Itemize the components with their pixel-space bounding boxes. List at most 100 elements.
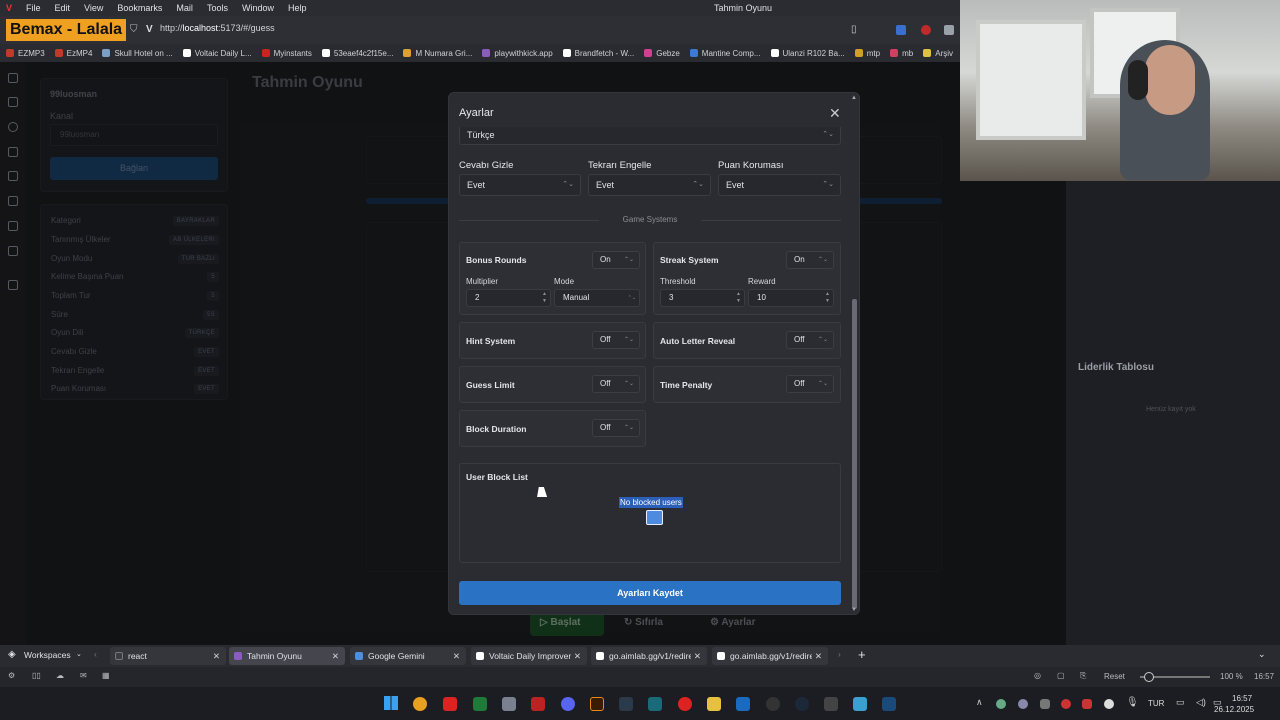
shield-icon[interactable]: ⛉ [130, 24, 138, 35]
outlook-icon[interactable] [736, 697, 750, 711]
menu-window[interactable]: Window [242, 3, 274, 13]
menu-help[interactable]: Help [288, 3, 307, 13]
bookmark-item[interactable]: Brandfetch - W... [562, 49, 634, 58]
close-tab-icon[interactable]: ✕ [332, 647, 339, 665]
hide-answer-select[interactable]: Evet ⌃⌄ [459, 174, 581, 196]
tray-icon[interactable] [1018, 699, 1028, 709]
zoom-slider[interactable] [1140, 672, 1210, 682]
menu-mail[interactable]: Mail [176, 3, 193, 13]
youtube-icon[interactable] [678, 697, 692, 711]
vivaldi-icon[interactable]: V [6, 3, 12, 13]
steam-icon[interactable] [795, 697, 809, 711]
streak-system-toggle[interactable]: On ⌃⌄ [786, 251, 834, 269]
bookmark-item[interactable]: Arşiv [923, 49, 953, 58]
page-actions-icon[interactable]: ⎘ [1080, 671, 1086, 681]
language-indicator[interactable]: TUR [1148, 699, 1164, 708]
block-repeat-select[interactable]: Evet ⌃⌄ [588, 174, 711, 196]
menu-view[interactable]: View [84, 3, 103, 13]
spinner-icon[interactable]: ▲ ▼ [825, 291, 830, 305]
close-tab-icon[interactable]: ✕ [694, 647, 701, 665]
bookmark-item[interactable]: Mantine Comp... [689, 49, 761, 58]
modal-scrollbar[interactable]: ▲ ▼ [851, 95, 857, 613]
cloud-icon[interactable]: ☁ [56, 671, 64, 680]
tab-tahmin-oyunu[interactable]: Tahmin Oyunu ✕ [229, 647, 345, 665]
menu-edit[interactable]: Edit [55, 3, 71, 13]
threshold-input[interactable]: 3 ▲ ▼ [660, 289, 745, 307]
bookmark-item[interactable]: mb [890, 49, 913, 58]
save-settings-button[interactable]: Ayarları Kaydet [459, 581, 841, 605]
ublock-icon[interactable] [944, 25, 954, 35]
app-icon[interactable] [766, 697, 780, 711]
app-icon[interactable] [619, 697, 633, 711]
close-tab-icon[interactable]: ✕ [815, 647, 822, 665]
guess-limit-toggle[interactable]: Off ⌃⌄ [592, 375, 640, 393]
menu-tools[interactable]: Tools [207, 3, 228, 13]
bookmark-item[interactable]: 53eaef4c2f15e... [321, 49, 393, 58]
calendar-icon[interactable]: ▦ [102, 671, 110, 680]
auto-letter-reveal-toggle[interactable]: Off ⌃⌄ [786, 331, 834, 349]
close-tab-icon[interactable]: ✕ [574, 647, 581, 665]
network-icon[interactable]: ▭ [1176, 697, 1185, 708]
time-penalty-toggle[interactable]: Off ⌃⌄ [786, 375, 834, 393]
chevron-left-icon[interactable]: ‹ [94, 649, 97, 659]
chevron-down-icon[interactable]: ⌄ [76, 650, 82, 658]
bookmark-item[interactable]: M Numara Gri... [403, 49, 472, 58]
windows-start-icon[interactable] [384, 696, 398, 710]
bookmark-item[interactable]: EZMP3 [6, 49, 45, 58]
extension-icon[interactable] [921, 25, 931, 35]
bookmark-item[interactable]: Voltaic Daily L... [182, 49, 252, 58]
microphone-icon[interactable]: 🎙︎ [1126, 697, 1139, 708]
app-icon[interactable] [648, 697, 662, 711]
menu-file[interactable]: File [26, 3, 41, 13]
tray-icon[interactable] [1040, 699, 1050, 709]
bonus-rounds-toggle[interactable]: On ⌃⌄ [592, 251, 640, 269]
tab-google-gemini[interactable]: Google Gemini ✕ [350, 647, 466, 665]
app-icon[interactable] [473, 697, 487, 711]
translate-icon[interactable] [896, 25, 906, 35]
close-tab-icon[interactable]: ✕ [213, 647, 220, 665]
mode-select[interactable]: Manual ⌃⌄ [554, 289, 640, 307]
workspaces-icon[interactable]: ◈ [8, 649, 16, 660]
discord-icon[interactable] [561, 697, 575, 711]
block-duration-toggle[interactable]: Off ⌃⌄ [592, 419, 640, 437]
bookmark-item[interactable]: playwithkick.app [482, 49, 553, 58]
translate-popup-icon[interactable] [646, 510, 663, 525]
close-tab-icon[interactable]: ✕ [453, 647, 460, 665]
filezilla-icon[interactable] [531, 697, 545, 711]
scroll-thumb[interactable] [852, 299, 857, 609]
spinner-icon[interactable]: ▲ ▼ [736, 291, 741, 305]
scroll-down-icon[interactable]: ▼ [851, 607, 857, 613]
tab-aimlab-2[interactable]: go.aimlab.gg/v1/redire ✕ [712, 647, 828, 665]
scroll-up-icon[interactable]: ▲ [851, 95, 857, 101]
panel-toggle-icon[interactable]: ▯▯ [32, 671, 41, 680]
reset-zoom-button[interactable]: Reset [1104, 672, 1125, 681]
tray-icon[interactable] [1061, 699, 1071, 709]
reward-input[interactable]: 10 ▲ ▼ [748, 289, 834, 307]
zoom-slider-thumb[interactable] [1144, 672, 1154, 682]
tab-aimlab-1[interactable]: go.aimlab.gg/v1/redire ✕ [591, 647, 707, 665]
illustrator-icon[interactable] [590, 697, 604, 711]
chrome-icon[interactable] [413, 697, 427, 711]
tab-react[interactable]: react ✕ [110, 647, 226, 665]
bookmark-item[interactable]: Myinstants [261, 49, 312, 58]
url-field[interactable]: http://localhost:5173/#/guess [160, 23, 275, 33]
vivaldi-taskbar-icon[interactable] [443, 697, 457, 711]
bookmark-icon[interactable]: ▯ [851, 24, 857, 35]
tiling-icon[interactable]: ▢ [1057, 671, 1065, 680]
new-tab-icon[interactable]: + [858, 647, 866, 662]
workspaces-button[interactable]: Workspaces [24, 650, 71, 660]
tray-icon[interactable] [1082, 699, 1092, 709]
settings-icon[interactable]: ⚙ [8, 671, 15, 680]
mail-status-icon[interactable]: ✉ [80, 671, 87, 680]
tab-voltaic[interactable]: Voltaic Daily Improven ✕ [471, 647, 587, 665]
close-icon[interactable]: ✕ [829, 105, 841, 122]
chevron-right-icon[interactable]: › [838, 649, 841, 659]
tray-icon[interactable] [1104, 699, 1114, 709]
volume-icon[interactable]: ◁) [1196, 697, 1206, 708]
app-icon[interactable] [882, 697, 896, 711]
bookmark-item[interactable]: Ulanzi R102 Ba... [770, 49, 845, 58]
capture-icon[interactable]: ◎ [1034, 671, 1041, 680]
hint-system-toggle[interactable]: Off ⌃⌄ [592, 331, 640, 349]
app-icon[interactable] [502, 697, 516, 711]
tray-chevron-icon[interactable]: ∧ [976, 697, 983, 708]
